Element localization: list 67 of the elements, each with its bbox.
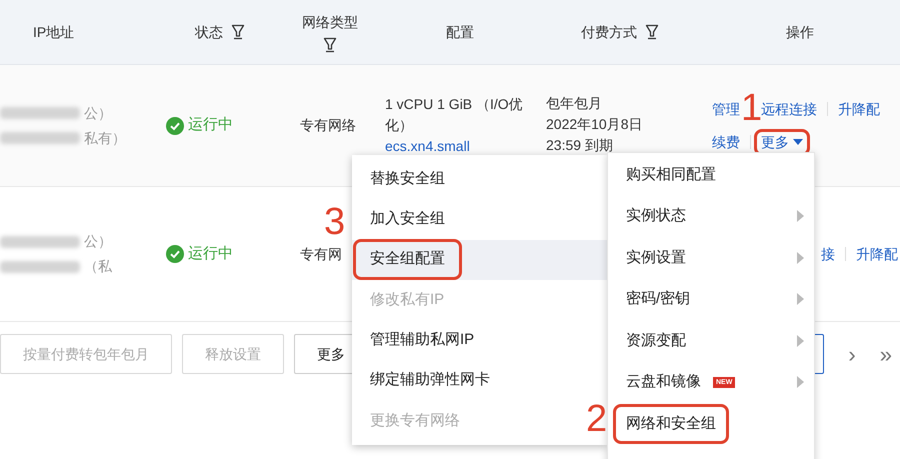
action-link[interactable]: 远程连接: [761, 98, 817, 120]
highlighted-label: 管理辅助私网IP: [370, 330, 474, 350]
billing-text: 包年包月: [546, 94, 603, 113]
highlighted-label: 绑定辅助弹性网卡: [370, 370, 490, 390]
menu-item[interactable]: 实例状态: [608, 196, 814, 237]
check-circle-icon: [166, 116, 184, 134]
more-dropdown[interactable]: 更多: [757, 132, 807, 152]
menu-item[interactable]: 密码/密钥: [608, 278, 814, 320]
action-link[interactable]: 升降配: [856, 244, 898, 264]
chevron-right-icon: [797, 376, 804, 388]
status-text: 运行中: [188, 115, 233, 136]
submenu-item[interactable]: 管理辅助私网IP: [352, 320, 607, 360]
column-header: IP地址: [33, 22, 74, 42]
menu-item[interactable]: 购买相同配置: [608, 154, 814, 196]
highlighted-label: 加入安全组: [370, 209, 445, 230]
column-header: 配置: [446, 22, 474, 42]
action-link[interactable]: 升降配: [838, 98, 880, 120]
ip-type-label: 私有）: [84, 128, 126, 148]
highlighted-label: 实例设置: [626, 248, 686, 268]
instance-type-link[interactable]: ecs.xn4.small: [385, 136, 470, 157]
column-header: 操作: [786, 22, 814, 42]
submenu-item[interactable]: 绑定辅助弹性网卡: [352, 360, 607, 401]
submenu-item[interactable]: 安全组配置: [352, 240, 607, 280]
submenu-item[interactable]: 替换安全组: [352, 159, 607, 200]
ip-type-label: （私: [84, 257, 112, 276]
highlighted-label: 网络和安全组: [616, 406, 726, 441]
action-link[interactable]: 管理: [712, 98, 740, 120]
column-header: 付费方式: [581, 22, 637, 42]
filter-icon[interactable]: [645, 24, 659, 40]
step-number: 1: [741, 90, 762, 126]
ip-type-label: 公）: [84, 104, 112, 122]
caret-down-icon: [793, 139, 803, 145]
config-text: 1 vCPU 1 GiB （I/O优化）: [385, 95, 524, 135]
menu-item[interactable]: 实例设置: [608, 237, 814, 278]
status-text: 运行中: [188, 244, 233, 264]
chevron-right-icon: [797, 252, 804, 264]
step-number: 2: [586, 401, 608, 437]
menu-item[interactable]: 网络和安全组: [608, 403, 814, 444]
network-type: 专有网络: [300, 116, 356, 135]
highlighted-label: 密码/密钥: [626, 289, 690, 309]
last-page-button[interactable]: »: [880, 338, 892, 370]
ip-type-label: 公）: [84, 232, 112, 251]
filter-icon[interactable]: [323, 36, 337, 52]
check-circle-icon: [166, 245, 184, 263]
billing-text: 2022年10月8日: [546, 115, 644, 134]
action-link[interactable]: 续费: [712, 132, 740, 152]
highlighted-label: 云盘和镜像: [626, 372, 701, 392]
chevron-right-icon: [797, 293, 804, 306]
action-link[interactable]: 接: [821, 244, 835, 264]
billing-text: 23:59 到期: [546, 136, 614, 155]
next-page-button[interactable]: ›: [848, 338, 856, 370]
submenu-item[interactable]: 加入安全组: [352, 199, 607, 240]
network-type: 专有网: [300, 244, 342, 264]
highlighted-label: 替换安全组: [370, 168, 445, 189]
menu-item[interactable]: 资源变配: [608, 320, 814, 362]
column-header: 状态: [195, 22, 223, 42]
step-number: 3: [324, 204, 346, 240]
highlighted-label: 安全组配置: [356, 242, 459, 277]
highlighted-label: 购买相同配置: [626, 164, 716, 184]
filter-icon[interactable]: [231, 24, 245, 40]
column-header: 网络类型: [302, 12, 358, 32]
chevron-right-icon: [797, 334, 804, 347]
highlighted-label: 修改私有IP: [370, 290, 444, 310]
highlighted-label: 更换专有网络: [370, 410, 460, 431]
highlighted-label: 资源变配: [626, 330, 686, 350]
highlighted-label: 实例状态: [626, 206, 686, 226]
chevron-right-icon: [797, 210, 804, 222]
